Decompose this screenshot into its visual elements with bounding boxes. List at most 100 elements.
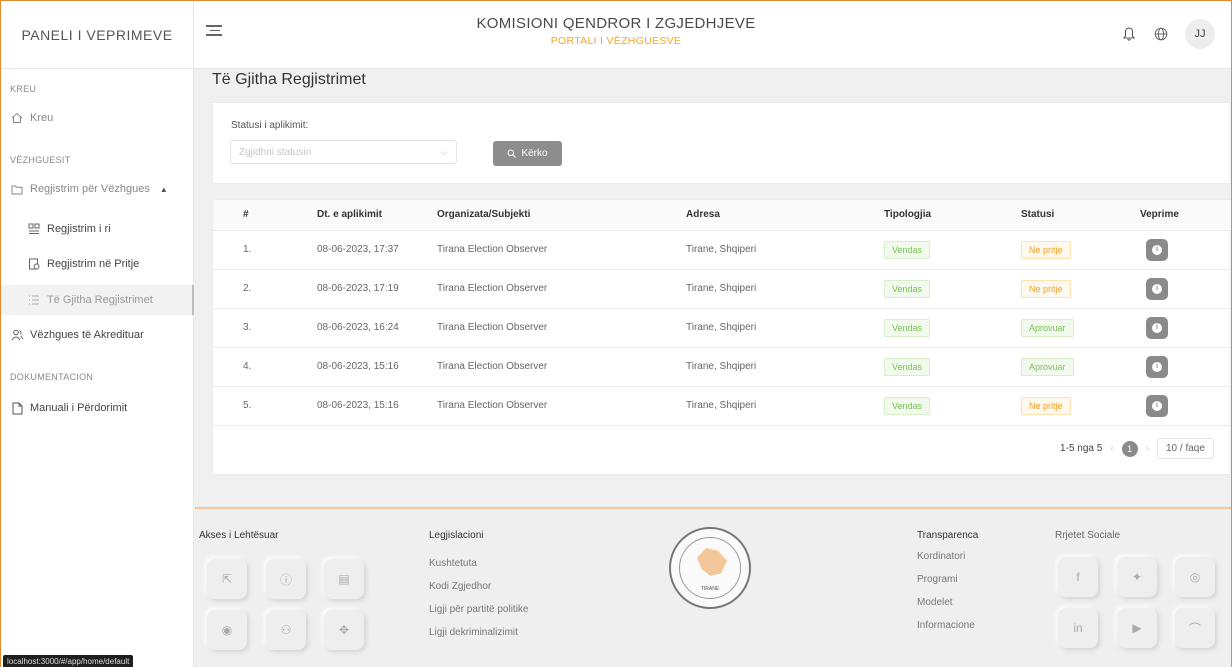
cursor-icon[interactable]: ⇱ xyxy=(207,559,247,599)
rss-icon[interactable]: ⌒ xyxy=(1175,608,1215,648)
footer-link-coordinator[interactable]: Kordinatori xyxy=(917,551,965,562)
sidebar-item-label: Vëzhgues të Akredituar xyxy=(30,329,144,341)
view-details-button[interactable]: i xyxy=(1146,394,1168,417)
footer-legislation-title: Legjislacioni xyxy=(429,530,484,541)
sidebar-section-docs: DOKUMENTACION xyxy=(10,372,94,382)
info-circle-icon[interactable]: ⓘ xyxy=(266,559,306,599)
table-row: 1. 08-06-2023, 17:37 Tirana Election Obs… xyxy=(213,230,1231,269)
document-icon[interactable]: ▤ xyxy=(324,559,364,599)
globe-icon[interactable] xyxy=(1153,26,1169,42)
typology-badge: Vendas xyxy=(884,357,931,376)
sidebar-section-home: KREU xyxy=(10,84,37,94)
info-icon: i xyxy=(1152,400,1162,411)
registrations-table-card: # Dt. e aplikimit Organizata/Subjekti Ad… xyxy=(212,199,1231,475)
chevron-right-icon[interactable]: › xyxy=(1146,443,1149,454)
pagination: 1-5 nga 5 ‹ 1 › 10 / faqe xyxy=(1060,438,1214,459)
footer-link-program[interactable]: Programi xyxy=(917,574,958,585)
sidebar-item-new-registration[interactable]: Regjistrim i ri xyxy=(1,214,194,244)
sidebar-item-label: Regjistrim për Vëzhgues xyxy=(30,183,150,195)
sidebar-item-registration[interactable]: Regjistrim për Vëzhgues ▲ xyxy=(1,174,194,204)
status-select-placeholder: Zgjidhni statusin xyxy=(239,146,312,158)
user-avatar[interactable]: JJ xyxy=(1185,19,1215,49)
view-details-button[interactable]: i xyxy=(1146,277,1168,300)
sidebar-item-home[interactable]: Kreu xyxy=(1,103,194,133)
info-icon: i xyxy=(1152,244,1162,255)
pending-document-icon xyxy=(27,257,41,271)
youtube-icon[interactable]: ▶ xyxy=(1117,608,1157,648)
row-number: 3. xyxy=(243,322,252,333)
sidebar-item-all-registrations[interactable]: Të Gjitha Regjistrimet xyxy=(1,285,194,315)
form-icon xyxy=(27,222,41,236)
column-header: Dt. e aplikimit xyxy=(313,200,437,231)
footer-link-information[interactable]: Informacione xyxy=(917,620,975,631)
row-address: Tirane, Shqiperi xyxy=(686,361,757,372)
pagination-range: 1-5 nga 5 xyxy=(1060,443,1103,454)
view-details-button[interactable]: i xyxy=(1146,238,1168,261)
page-button-1[interactable]: 1 xyxy=(1121,440,1138,457)
filter-card: Statusi i aplikimit: Zgjidhni statusin ⌵… xyxy=(212,102,1231,184)
eye-icon[interactable]: ◉ xyxy=(207,610,247,650)
footer-link-decriminalization-law[interactable]: Ligji dekriminalizimit xyxy=(429,627,518,638)
sidebar-item-label: Regjistrim i ri xyxy=(47,223,111,235)
bell-icon[interactable] xyxy=(1121,26,1137,42)
search-icon xyxy=(507,149,517,158)
view-details-button[interactable]: i xyxy=(1146,355,1168,378)
status-select[interactable]: Zgjidhni statusin ⌵ xyxy=(230,140,457,164)
instagram-icon[interactable]: ◎ xyxy=(1175,557,1215,597)
row-organization: Tirana Election Observer xyxy=(437,322,548,333)
row-organization: Tirana Election Observer xyxy=(437,283,548,294)
brand-title[interactable]: PANELI I VEPRIMEVE xyxy=(1,1,194,69)
group-icon[interactable]: ⚇ xyxy=(266,610,306,650)
header-actions: JJ xyxy=(1121,19,1215,49)
chevron-left-icon[interactable]: ‹ xyxy=(1110,443,1113,454)
page-title: Të Gjitha Regjistrimet xyxy=(212,71,366,88)
row-organization: Tirana Election Observer xyxy=(437,361,548,372)
twitter-icon[interactable]: ✦ xyxy=(1117,557,1157,597)
linkedin-icon[interactable]: in xyxy=(1058,608,1098,648)
row-date: 08-06-2023, 15:16 xyxy=(317,400,399,411)
info-icon: i xyxy=(1152,322,1162,333)
list-icon xyxy=(27,293,41,307)
row-date: 08-06-2023, 15:16 xyxy=(317,361,399,372)
row-number: 5. xyxy=(243,400,252,411)
footer-link-models[interactable]: Modelet xyxy=(917,597,953,608)
browser-status-url: localhost:3000/#/app/home/default xyxy=(3,655,134,667)
sidebar-item-accredited[interactable]: Vëzhgues të Akredituar xyxy=(1,320,194,350)
column-header: Adresa xyxy=(686,200,884,231)
table-row: 2. 08-06-2023, 17:19 Tirana Election Obs… xyxy=(213,269,1231,308)
facebook-icon[interactable]: f xyxy=(1058,557,1098,597)
commission-seal-logo: TIRANE xyxy=(669,527,751,609)
footer-transparency-title: Transparenca xyxy=(917,530,979,541)
file-icon xyxy=(10,401,24,415)
status-badge: Aprovuar xyxy=(1021,318,1074,337)
sidebar-section-observers: VËZHGUESIT xyxy=(10,155,71,165)
registrations-table: # Dt. e aplikimit Organizata/Subjekti Ad… xyxy=(213,200,1231,426)
row-number: 2. xyxy=(243,283,252,294)
info-icon: i xyxy=(1152,361,1162,372)
footer-link-parties-law[interactable]: Ligji për partitë politike xyxy=(429,604,529,615)
typology-badge: Vendas xyxy=(884,396,931,415)
view-details-button[interactable]: i xyxy=(1146,316,1168,339)
typology-badge: Vendas xyxy=(884,318,931,337)
column-header: Tipologjia xyxy=(884,200,1021,231)
menu-toggle-icon[interactable] xyxy=(206,25,222,41)
folder-icon xyxy=(10,182,24,196)
footer-link-electoral-code[interactable]: Kodi Zgjedhor xyxy=(429,581,491,592)
status-badge: Aprovuar xyxy=(1021,357,1074,376)
chevron-up-icon[interactable]: ▲ xyxy=(160,185,168,194)
row-organization: Tirana Election Observer xyxy=(437,244,548,255)
row-address: Tirane, Shqiperi xyxy=(686,244,757,255)
footer-link-constitution[interactable]: Kushtetuta xyxy=(429,558,477,569)
puzzle-icon[interactable]: ✥ xyxy=(324,610,364,650)
search-button[interactable]: Kërko xyxy=(493,141,562,166)
row-address: Tirane, Shqiperi xyxy=(686,283,757,294)
sidebar-item-label: Manuali i Përdorimit xyxy=(30,402,128,414)
table-row: 4. 08-06-2023, 15:16 Tirana Election Obs… xyxy=(213,347,1231,386)
page-size-select[interactable]: 10 / faqe xyxy=(1157,438,1214,459)
sidebar-item-manual[interactable]: Manuali i Përdorimit xyxy=(1,393,194,423)
info-icon: i xyxy=(1152,283,1162,294)
row-address: Tirane, Shqiperi xyxy=(686,322,757,333)
sidebar-item-pending-registration[interactable]: Regjistrim në Pritje xyxy=(1,249,194,279)
status-badge: Ne pritje xyxy=(1021,279,1071,298)
status-badge: Ne pritje xyxy=(1021,240,1071,259)
